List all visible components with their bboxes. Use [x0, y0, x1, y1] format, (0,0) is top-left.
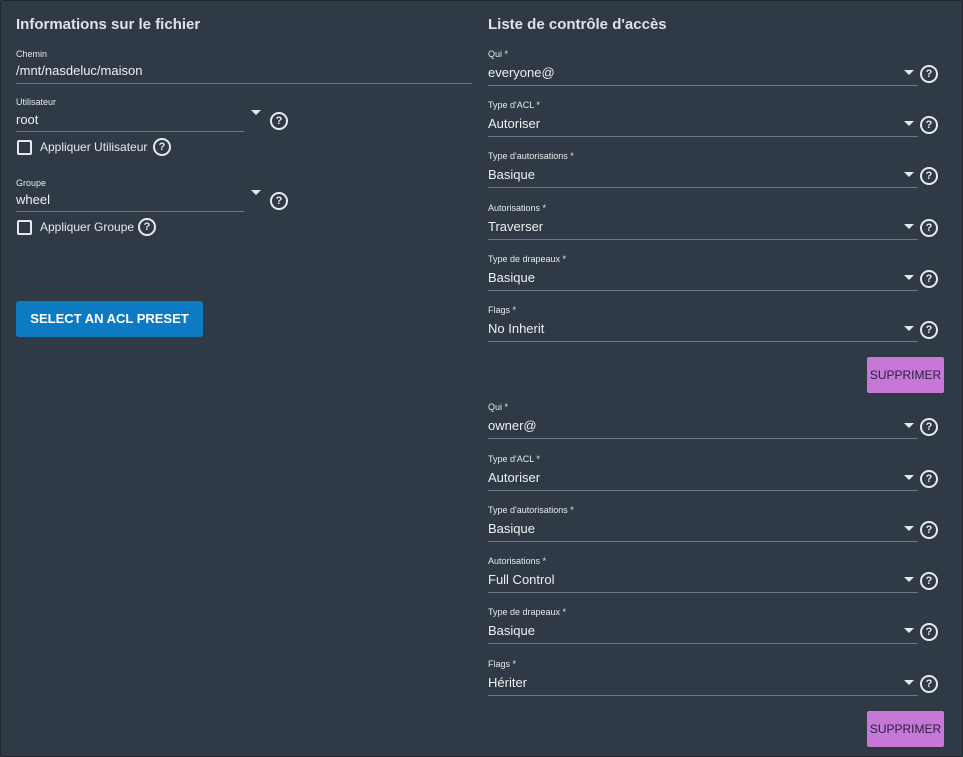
flags-type-underline: [488, 643, 918, 644]
delete-entry-button[interactable]: SUPPRIMER: [867, 711, 944, 747]
dropdown-caret-icon[interactable]: [251, 190, 261, 195]
acl-type-label: Type d'ACL *: [488, 454, 540, 464]
dropdown-caret-icon[interactable]: [904, 423, 914, 428]
path-underline: [16, 83, 472, 84]
select-acl-preset-button[interactable]: SELECT AN ACL PRESET: [16, 301, 203, 337]
perms-label: Autorisations *: [488, 203, 547, 213]
dropdown-caret-icon[interactable]: [251, 110, 261, 115]
acl-type-underline: [488, 490, 918, 491]
dropdown-caret-icon[interactable]: [904, 326, 914, 331]
flags-underline: [488, 695, 918, 696]
path-input[interactable]: /mnt/nasdeluc/maison: [16, 63, 142, 78]
acl-title: Liste de contrôle d'accès: [488, 16, 667, 33]
help-circle-icon[interactable]: ?: [920, 321, 938, 339]
who-select[interactable]: owner@: [488, 418, 537, 433]
acl-type-label: Type d'ACL *: [488, 100, 540, 110]
dropdown-caret-icon[interactable]: [904, 70, 914, 75]
perm-type-select[interactable]: Basique: [488, 167, 535, 182]
flags-select[interactable]: Hériter: [488, 675, 527, 690]
perms-underline: [488, 592, 918, 593]
acl-type-select[interactable]: Autoriser: [488, 470, 540, 485]
flags-type-label: Type de drapeaux *: [488, 607, 567, 617]
perms-label: Autorisations *: [488, 556, 547, 566]
group-underline: [16, 211, 244, 212]
help-circle-icon[interactable]: ?: [920, 65, 938, 83]
help-circle-icon[interactable]: ?: [920, 418, 938, 436]
who-label: Qui *: [488, 402, 509, 412]
who-label: Qui *: [488, 49, 509, 59]
dropdown-caret-icon[interactable]: [904, 121, 914, 126]
flags-label: Flags *: [488, 659, 517, 669]
help-circle-icon[interactable]: ?: [920, 675, 938, 693]
flags-type-select[interactable]: Basique: [488, 623, 535, 638]
help-circle-icon[interactable]: ?: [920, 270, 938, 288]
who-select[interactable]: everyone@: [488, 65, 555, 80]
apply-user-checkbox[interactable]: [17, 140, 32, 155]
help-circle-icon[interactable]: ?: [270, 192, 288, 210]
apply-group-label[interactable]: Appliquer Groupe: [40, 220, 134, 234]
help-circle-icon[interactable]: ?: [153, 138, 171, 156]
perm-type-label: Type d'autorisations *: [488, 151, 574, 161]
dropdown-caret-icon[interactable]: [904, 275, 914, 280]
user-label: Utilisateur: [16, 97, 57, 107]
flags-select[interactable]: No Inherit: [488, 321, 544, 336]
help-circle-icon[interactable]: ?: [920, 623, 938, 641]
delete-entry-button[interactable]: SUPPRIMER: [867, 357, 944, 393]
flags-label: Flags *: [488, 305, 517, 315]
perm-type-underline: [488, 541, 918, 542]
help-circle-icon[interactable]: ?: [138, 218, 156, 236]
dropdown-caret-icon[interactable]: [904, 475, 914, 480]
dropdown-caret-icon[interactable]: [904, 628, 914, 633]
who-underline: [488, 85, 918, 86]
acl-type-underline: [488, 136, 918, 137]
dropdown-caret-icon[interactable]: [904, 680, 914, 685]
flags-type-select[interactable]: Basique: [488, 270, 535, 285]
who-underline: [488, 438, 918, 439]
flags-underline: [488, 341, 918, 342]
acl-type-select[interactable]: Autoriser: [488, 116, 540, 131]
group-label: Groupe: [16, 178, 47, 188]
apply-user-label[interactable]: Appliquer Utilisateur: [40, 140, 147, 154]
help-circle-icon[interactable]: ?: [920, 116, 938, 134]
file-info-title: Informations sur le fichier: [16, 16, 201, 33]
path-label: Chemin: [16, 49, 48, 59]
dropdown-caret-icon[interactable]: [904, 172, 914, 177]
perm-type-label: Type d'autorisations *: [488, 505, 574, 515]
user-select[interactable]: root: [16, 112, 38, 127]
dropdown-caret-icon[interactable]: [904, 224, 914, 229]
dropdown-caret-icon[interactable]: [904, 526, 914, 531]
help-circle-icon[interactable]: ?: [920, 521, 938, 539]
help-circle-icon[interactable]: ?: [920, 167, 938, 185]
help-circle-icon[interactable]: ?: [270, 112, 288, 130]
perms-underline: [488, 239, 918, 240]
help-circle-icon[interactable]: ?: [920, 572, 938, 590]
perm-type-underline: [488, 187, 918, 188]
flags-type-underline: [488, 290, 918, 291]
help-circle-icon[interactable]: ?: [920, 219, 938, 237]
group-select[interactable]: wheel: [16, 192, 50, 207]
apply-group-checkbox[interactable]: [17, 220, 32, 235]
user-underline: [16, 131, 244, 132]
perms-select[interactable]: Traverser: [488, 219, 543, 234]
perm-type-select[interactable]: Basique: [488, 521, 535, 536]
dropdown-caret-icon[interactable]: [904, 577, 914, 582]
flags-type-label: Type de drapeaux *: [488, 254, 567, 264]
help-circle-icon[interactable]: ?: [920, 470, 938, 488]
perms-select[interactable]: Full Control: [488, 572, 554, 587]
